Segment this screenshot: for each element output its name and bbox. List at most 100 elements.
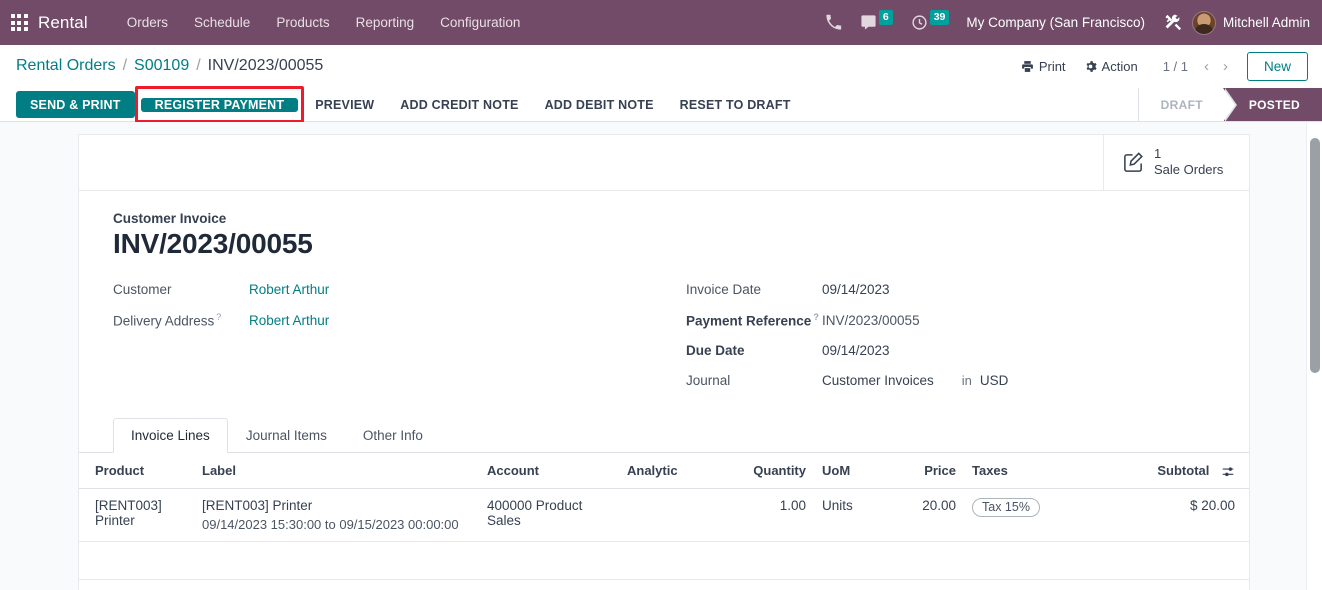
field-due-date-label: Due Date bbox=[686, 343, 745, 358]
field-payment-reference-value[interactable]: INV/2023/00055 bbox=[822, 313, 920, 328]
field-payment-reference-label: Payment Reference? bbox=[686, 312, 822, 329]
nav-item-reporting[interactable]: Reporting bbox=[343, 9, 428, 36]
register-payment-highlight: REGISTER PAYMENT bbox=[134, 86, 304, 123]
breadcrumb-parent[interactable]: S00109 bbox=[134, 57, 189, 75]
activities-clock-icon[interactable]: 39 bbox=[911, 9, 950, 31]
register-payment-button[interactable]: REGISTER PAYMENT bbox=[140, 97, 299, 112]
printer-icon bbox=[1021, 60, 1033, 72]
field-customer: Customer Robert Arthur bbox=[113, 282, 664, 297]
col-account[interactable]: Account bbox=[479, 453, 619, 489]
col-subtotal[interactable]: Subtotal bbox=[1079, 453, 1249, 489]
cell-label[interactable]: [RENT003] Printer 09/14/2023 15:30:00 to… bbox=[194, 488, 479, 542]
messages-count-badge: 6 bbox=[878, 9, 893, 26]
user-avatar[interactable] bbox=[1191, 10, 1216, 35]
activities-count-badge: 39 bbox=[929, 9, 950, 26]
action-button[interactable]: Action bbox=[1075, 55, 1147, 78]
form-column-right: Invoice Date 09/14/2023 Payment Referenc… bbox=[664, 282, 1215, 404]
add-debit-note-button[interactable]: ADD DEBIT NOTE bbox=[532, 88, 667, 121]
cell-uom[interactable]: Units bbox=[814, 488, 894, 542]
form-action-bar: SEND & PRINT REGISTER PAYMENT PREVIEW AD… bbox=[0, 86, 1322, 123]
field-payment-reference-label-text: Payment Reference bbox=[686, 313, 812, 328]
status-draft[interactable]: DRAFT bbox=[1138, 88, 1238, 122]
table-empty-row[interactable] bbox=[79, 541, 1249, 580]
table-empty-cell[interactable] bbox=[79, 541, 1249, 580]
nav-item-orders[interactable]: Orders bbox=[114, 9, 181, 36]
tab-journal-items[interactable]: Journal Items bbox=[228, 418, 345, 453]
col-uom[interactable]: UoM bbox=[814, 453, 894, 489]
field-customer-label: Customer bbox=[113, 282, 249, 297]
smart-button-sale-orders[interactable]: 1 Sale Orders bbox=[1103, 135, 1249, 190]
help-tooltip-icon[interactable]: ? bbox=[813, 312, 819, 322]
company-switcher[interactable]: My Company (San Francisco) bbox=[966, 15, 1145, 30]
status-posted[interactable]: POSTED bbox=[1222, 88, 1322, 121]
print-button-label: Print bbox=[1038, 58, 1066, 74]
field-currency-value[interactable]: USD bbox=[980, 373, 1009, 388]
print-button[interactable]: Print bbox=[1012, 55, 1075, 78]
preview-button[interactable]: PREVIEW bbox=[302, 88, 387, 121]
apps-grid-icon[interactable] bbox=[8, 12, 30, 34]
cell-price[interactable]: 20.00 bbox=[894, 488, 964, 542]
cell-product[interactable]: [RENT003] Printer bbox=[79, 488, 194, 542]
invoice-lines-body: [RENT003] Printer [RENT003] Printer 09/1… bbox=[79, 488, 1249, 580]
help-tooltip-icon[interactable]: ? bbox=[216, 312, 221, 322]
field-journal: Journal Customer Invoices in USD bbox=[686, 373, 1215, 388]
wrench-screwdriver-icon[interactable] bbox=[1164, 13, 1183, 32]
field-journal-value[interactable]: Customer Invoices bbox=[822, 373, 934, 388]
breadcrumb-root[interactable]: Rental Orders bbox=[16, 57, 116, 75]
phone-dialpad-icon[interactable] bbox=[825, 14, 842, 31]
smart-button-label: Sale Orders bbox=[1154, 162, 1224, 178]
field-invoice-date-value[interactable]: 09/14/2023 bbox=[822, 282, 890, 297]
col-label[interactable]: Label bbox=[194, 453, 479, 489]
cell-label-rental-period: 09/14/2023 15:30:00 to 09/15/2023 00:00:… bbox=[202, 516, 459, 532]
control-panel-right: Print Action 1 / 1 ‹ › New bbox=[1012, 51, 1308, 81]
table-row[interactable]: [RENT003] Printer [RENT003] Printer 09/1… bbox=[79, 488, 1249, 542]
column-settings-icon[interactable] bbox=[1221, 465, 1235, 479]
send-and-print-button[interactable]: SEND & PRINT bbox=[16, 91, 135, 118]
nav-item-products[interactable]: Products bbox=[263, 9, 342, 36]
sheet-wrapper: 1 Sale Orders Customer Invoice INV/2023/… bbox=[0, 122, 1322, 590]
breadcrumb-separator-1: / bbox=[122, 57, 128, 74]
tab-invoice-lines[interactable]: Invoice Lines bbox=[113, 418, 228, 453]
top-navbar: Rental Orders Schedule Products Reportin… bbox=[0, 0, 1322, 45]
invoice-lines-table: Product Label Account Analytic Quantity … bbox=[79, 453, 1249, 580]
col-product[interactable]: Product bbox=[79, 453, 194, 489]
tab-other-info[interactable]: Other Info bbox=[345, 418, 441, 453]
field-due-date-value[interactable]: 09/14/2023 bbox=[822, 343, 890, 358]
pager-next-icon[interactable]: › bbox=[1216, 56, 1235, 77]
user-menu[interactable]: Mitchell Admin bbox=[1223, 15, 1310, 30]
field-invoice-date: Invoice Date 09/14/2023 bbox=[686, 282, 1215, 297]
field-delivery-address-value[interactable]: Robert Arthur bbox=[249, 313, 329, 328]
record-pager: 1 / 1 bbox=[1162, 58, 1188, 74]
currency-preposition: in bbox=[961, 373, 972, 388]
nav-item-schedule[interactable]: Schedule bbox=[181, 9, 263, 36]
page-title: INV/2023/00055 bbox=[113, 227, 313, 259]
messages-icon[interactable]: 6 bbox=[860, 9, 893, 31]
app-brand-rental[interactable]: Rental bbox=[38, 13, 88, 33]
invoice-lines-head: Product Label Account Analytic Quantity … bbox=[79, 453, 1249, 489]
pencil-square-icon bbox=[1124, 152, 1143, 172]
table-header-row: Product Label Account Analytic Quantity … bbox=[79, 453, 1249, 489]
col-analytic[interactable]: Analytic bbox=[619, 453, 724, 489]
reset-to-draft-button[interactable]: RESET TO DRAFT bbox=[667, 88, 804, 121]
record-type-label: Customer Invoice bbox=[113, 210, 227, 226]
form-scroll-area: 1 Sale Orders Customer Invoice INV/2023/… bbox=[0, 122, 1322, 590]
cell-taxes[interactable]: Tax 15% bbox=[964, 488, 1079, 542]
add-credit-note-button[interactable]: ADD CREDIT NOTE bbox=[387, 88, 531, 121]
col-price[interactable]: Price bbox=[894, 453, 964, 489]
cell-account[interactable]: 400000 Product Sales bbox=[479, 488, 619, 542]
new-button[interactable]: New bbox=[1246, 51, 1308, 81]
form-body: Customer Invoice INV/2023/00055 Customer… bbox=[79, 191, 1249, 404]
vertical-scrollbar[interactable] bbox=[1306, 122, 1322, 590]
cell-analytic[interactable] bbox=[619, 488, 724, 542]
form-sheet: 1 Sale Orders Customer Invoice INV/2023/… bbox=[78, 134, 1250, 590]
cell-quantity[interactable]: 1.00 bbox=[724, 488, 814, 542]
breadcrumb-bar: Rental Orders / S00109 / INV/2023/00055 … bbox=[0, 45, 1322, 88]
field-customer-value[interactable]: Robert Arthur bbox=[249, 282, 329, 297]
col-subtotal-label: Subtotal bbox=[1157, 463, 1210, 478]
field-delivery-address-label: Delivery Address? bbox=[113, 312, 249, 329]
scroll-thumb[interactable] bbox=[1310, 138, 1320, 373]
nav-item-configuration[interactable]: Configuration bbox=[427, 9, 533, 36]
col-taxes[interactable]: Taxes bbox=[964, 453, 1079, 489]
col-quantity[interactable]: Quantity bbox=[724, 453, 814, 489]
pager-previous-icon[interactable]: ‹ bbox=[1197, 56, 1216, 77]
